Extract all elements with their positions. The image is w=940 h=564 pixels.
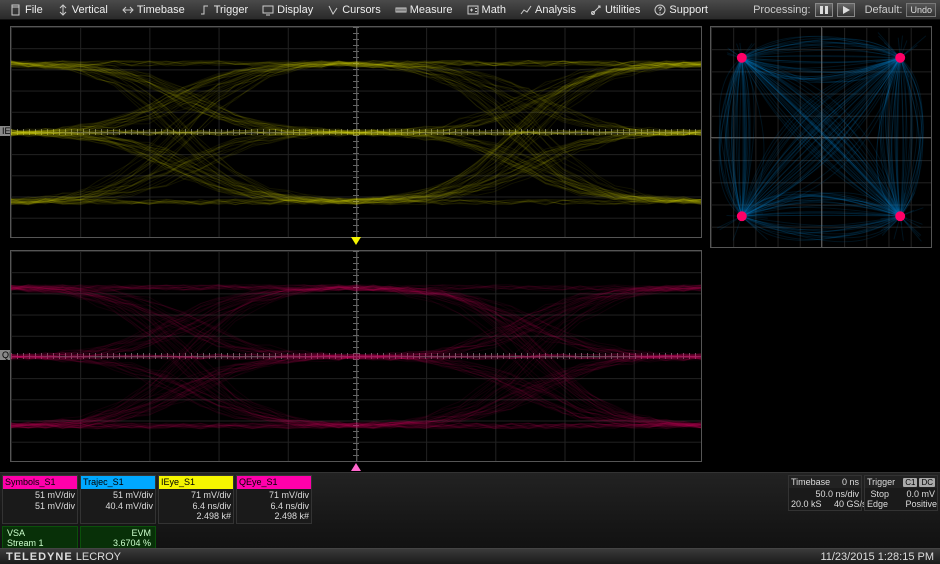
menu-utilities[interactable]: Utilities — [584, 2, 646, 18]
brand-bold: TELEDYNE — [6, 551, 73, 563]
channel-panel-1[interactable]: Trajec_S151 mV/div40.4 mV/div — [80, 475, 156, 524]
timebase-icon — [122, 4, 134, 16]
channel-name: Trajec_S1 — [81, 476, 155, 489]
timebase-line-1: 20.0 kS 40 GS/s — [791, 499, 859, 509]
channel-value: 51 mV/div — [83, 490, 153, 501]
trigger-icon — [199, 4, 211, 16]
menu-cursors[interactable]: Cursors — [321, 2, 387, 18]
channel-name: IEye_S1 — [159, 476, 233, 489]
timebase-panel[interactable]: Timebase 0 ns 50.0 ns/div 20.0 kS 40 GS/… — [788, 475, 862, 511]
undo-button[interactable]: Undo — [906, 3, 936, 17]
pause-button[interactable] — [815, 3, 833, 17]
brand-rest: LECROY — [76, 551, 121, 563]
menu-trigger[interactable]: Trigger — [193, 2, 254, 18]
measure-icon — [395, 4, 407, 16]
ieye-trigger-marker — [351, 237, 361, 245]
scope-qeye[interactable] — [10, 250, 702, 462]
menu-file[interactable]: File — [4, 2, 49, 18]
timebase-title: Timebase — [791, 477, 830, 487]
channel-panel-3[interactable]: QEye_S171 mV/div6.4 ns/div2.498 k# — [236, 475, 312, 524]
vsa-label: VSA — [7, 528, 44, 538]
evm-label: EVM — [85, 528, 151, 538]
vsa-row: VSA Stream 1 EVM 3.6704 % — [0, 524, 940, 550]
display-icon — [262, 4, 274, 16]
menu-utilities-label: Utilities — [605, 4, 640, 16]
display-area: IE QE — [0, 20, 940, 472]
trigger-panel[interactable]: Trigger C1DC Stop 0.0 mV Edge Positive — [864, 475, 938, 511]
qeye-waveform — [11, 251, 701, 462]
evm-value: 3.6704 % — [85, 538, 151, 548]
vsa-stream: Stream 1 — [7, 538, 44, 548]
menu-measure[interactable]: Measure — [389, 2, 459, 18]
timebase-offset: 0 ns — [842, 477, 859, 487]
evm-panel[interactable]: EVM 3.6704 % — [80, 526, 156, 550]
trigger-line-0: Stop 0.0 mV — [867, 489, 935, 499]
menu-math-label: Math — [482, 4, 506, 16]
play-icon — [841, 5, 851, 15]
constellation-trajectory — [711, 27, 931, 247]
trigger-badge-c1: C1 — [903, 478, 917, 487]
trigger-line-1: Edge Positive — [867, 499, 935, 509]
menu-analysis-label: Analysis — [535, 4, 576, 16]
vertical-icon — [57, 4, 69, 16]
menu-timebase[interactable]: Timebase — [116, 2, 191, 18]
menu-analysis[interactable]: Analysis — [514, 2, 582, 18]
menu-math[interactable]: Math — [461, 2, 512, 18]
pause-icon — [819, 5, 829, 15]
statusbar: TELEDYNE LECROY 11/23/2015 1:28:15 PM — [0, 548, 940, 564]
channel-value: 2.498 k# — [239, 511, 309, 522]
trigger-badge-dc: DC — [919, 478, 935, 487]
scope-constellation[interactable] — [710, 26, 932, 248]
channel-value: 6.4 ns/div — [239, 501, 309, 512]
menu-timebase-label: Timebase — [137, 4, 185, 16]
menu-measure-label: Measure — [410, 4, 453, 16]
menu-cursors-label: Cursors — [342, 4, 381, 16]
menu-trigger-label: Trigger — [214, 4, 248, 16]
utilities-icon — [590, 4, 602, 16]
channel-value: 6.4 ns/div — [161, 501, 231, 512]
menu-display-label: Display — [277, 4, 313, 16]
channel-value: 51 mV/div — [5, 490, 75, 501]
channel-value: 71 mV/div — [161, 490, 231, 501]
ieye-waveform — [11, 27, 701, 238]
menubar-right: Processing: Default: Undo — [753, 3, 936, 17]
cursors-icon — [327, 4, 339, 16]
menubar: File Vertical Timebase Trigger Display C… — [0, 0, 940, 20]
menu-display[interactable]: Display — [256, 2, 319, 18]
math-icon — [467, 4, 479, 16]
channel-panel-0[interactable]: Symbols_S151 mV/div51 mV/div — [2, 475, 78, 524]
channel-name: QEye_S1 — [237, 476, 311, 489]
channel-value: 71 mV/div — [239, 490, 309, 501]
menu-support-label: Support — [669, 4, 708, 16]
channel-value: 2.498 k# — [161, 511, 231, 522]
scope-ieye[interactable] — [10, 26, 702, 238]
status-datetime: 11/23/2015 1:28:15 PM — [820, 551, 934, 563]
analysis-icon — [520, 4, 532, 16]
right-panels: Timebase 0 ns 50.0 ns/div 20.0 kS 40 GS/… — [788, 475, 938, 511]
file-icon — [10, 4, 22, 16]
vsa-panel[interactable]: VSA Stream 1 — [2, 526, 78, 550]
default-label: Default: — [865, 4, 903, 16]
support-icon — [654, 4, 666, 16]
channel-value: 40.4 mV/div — [83, 501, 153, 512]
trigger-title: Trigger — [867, 477, 895, 487]
processing-label: Processing: — [753, 4, 810, 16]
qeye-trigger-marker — [351, 463, 361, 471]
channel-value: 51 mV/div — [5, 501, 75, 512]
play-button[interactable] — [837, 3, 855, 17]
brand: TELEDYNE LECROY — [6, 551, 121, 563]
bottom-panel-area: Symbols_S151 mV/div51 mV/divTrajec_S151 … — [0, 472, 940, 548]
menu-vertical[interactable]: Vertical — [51, 2, 114, 18]
menu-vertical-label: Vertical — [72, 4, 108, 16]
menu-support[interactable]: Support — [648, 2, 714, 18]
menu-file-label: File — [25, 4, 43, 16]
channel-name: Symbols_S1 — [3, 476, 77, 489]
timebase-line-0: 50.0 ns/div — [791, 489, 859, 499]
channel-panel-2[interactable]: IEye_S171 mV/div6.4 ns/div2.498 k# — [158, 475, 234, 524]
